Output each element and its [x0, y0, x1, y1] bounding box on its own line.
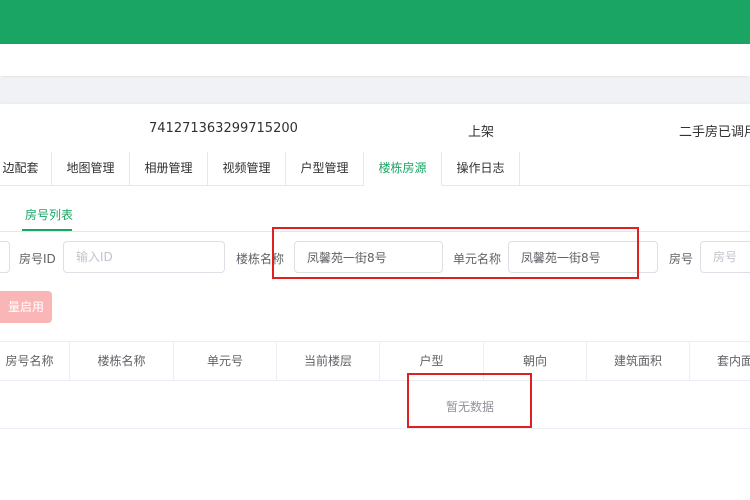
col-current-floor: 当前楼层 [277, 342, 380, 381]
status-text: 上架 [468, 125, 495, 140]
col-inner-area: 套内面 [716, 354, 750, 368]
room-id-label: 房号ID [19, 252, 56, 266]
highlight-box-filters [272, 227, 639, 279]
col-unit-no: 单元号 [174, 342, 277, 381]
highlight-box-empty [407, 373, 532, 428]
property-info-bar: 741271363299715200 上架 二手房已调用 [0, 104, 750, 152]
col-floor-area: 建筑面积 [587, 342, 690, 381]
tab-surrounding[interactable]: 边配套 [0, 152, 52, 186]
sub-header-bar [0, 44, 750, 76]
resale-note: 二手房已调用 [679, 125, 750, 140]
room-number-label: 房号 [669, 252, 694, 266]
tab-operation-log[interactable]: 操作日志 [442, 152, 520, 186]
table-empty-row [0, 381, 750, 429]
col-building-name: 楼栋名称 [70, 342, 174, 381]
top-header-bar [0, 0, 750, 44]
page-background [0, 78, 750, 104]
batch-enable-button[interactable]: 量启用 [0, 291, 52, 323]
tab-map[interactable]: 地图管理 [52, 152, 130, 186]
tab-building-rooms[interactable]: 楼栋房源 [364, 152, 442, 186]
tab-album[interactable]: 相册管理 [130, 152, 208, 186]
property-id: 741271363299715200 [149, 121, 298, 136]
col-room-name: 房号名称 [0, 342, 70, 381]
subtab-room-list[interactable]: 房号列表 [25, 206, 73, 223]
room-id-input[interactable] [63, 241, 225, 273]
room-number-input[interactable] [700, 241, 750, 273]
leading-input[interactable] [0, 241, 10, 273]
tab-layout[interactable]: 户型管理 [286, 152, 364, 186]
tab-video[interactable]: 视频管理 [208, 152, 286, 186]
subtab-active-indicator [22, 229, 72, 231]
table-header: 房号名称 楼栋名称 单元号 当前楼层 户型 朝向 建筑面积 套内面 [0, 341, 750, 381]
tab-bar: 边配套 地图管理 相册管理 视频管理 户型管理 楼栋房源 操作日志 [0, 152, 750, 186]
